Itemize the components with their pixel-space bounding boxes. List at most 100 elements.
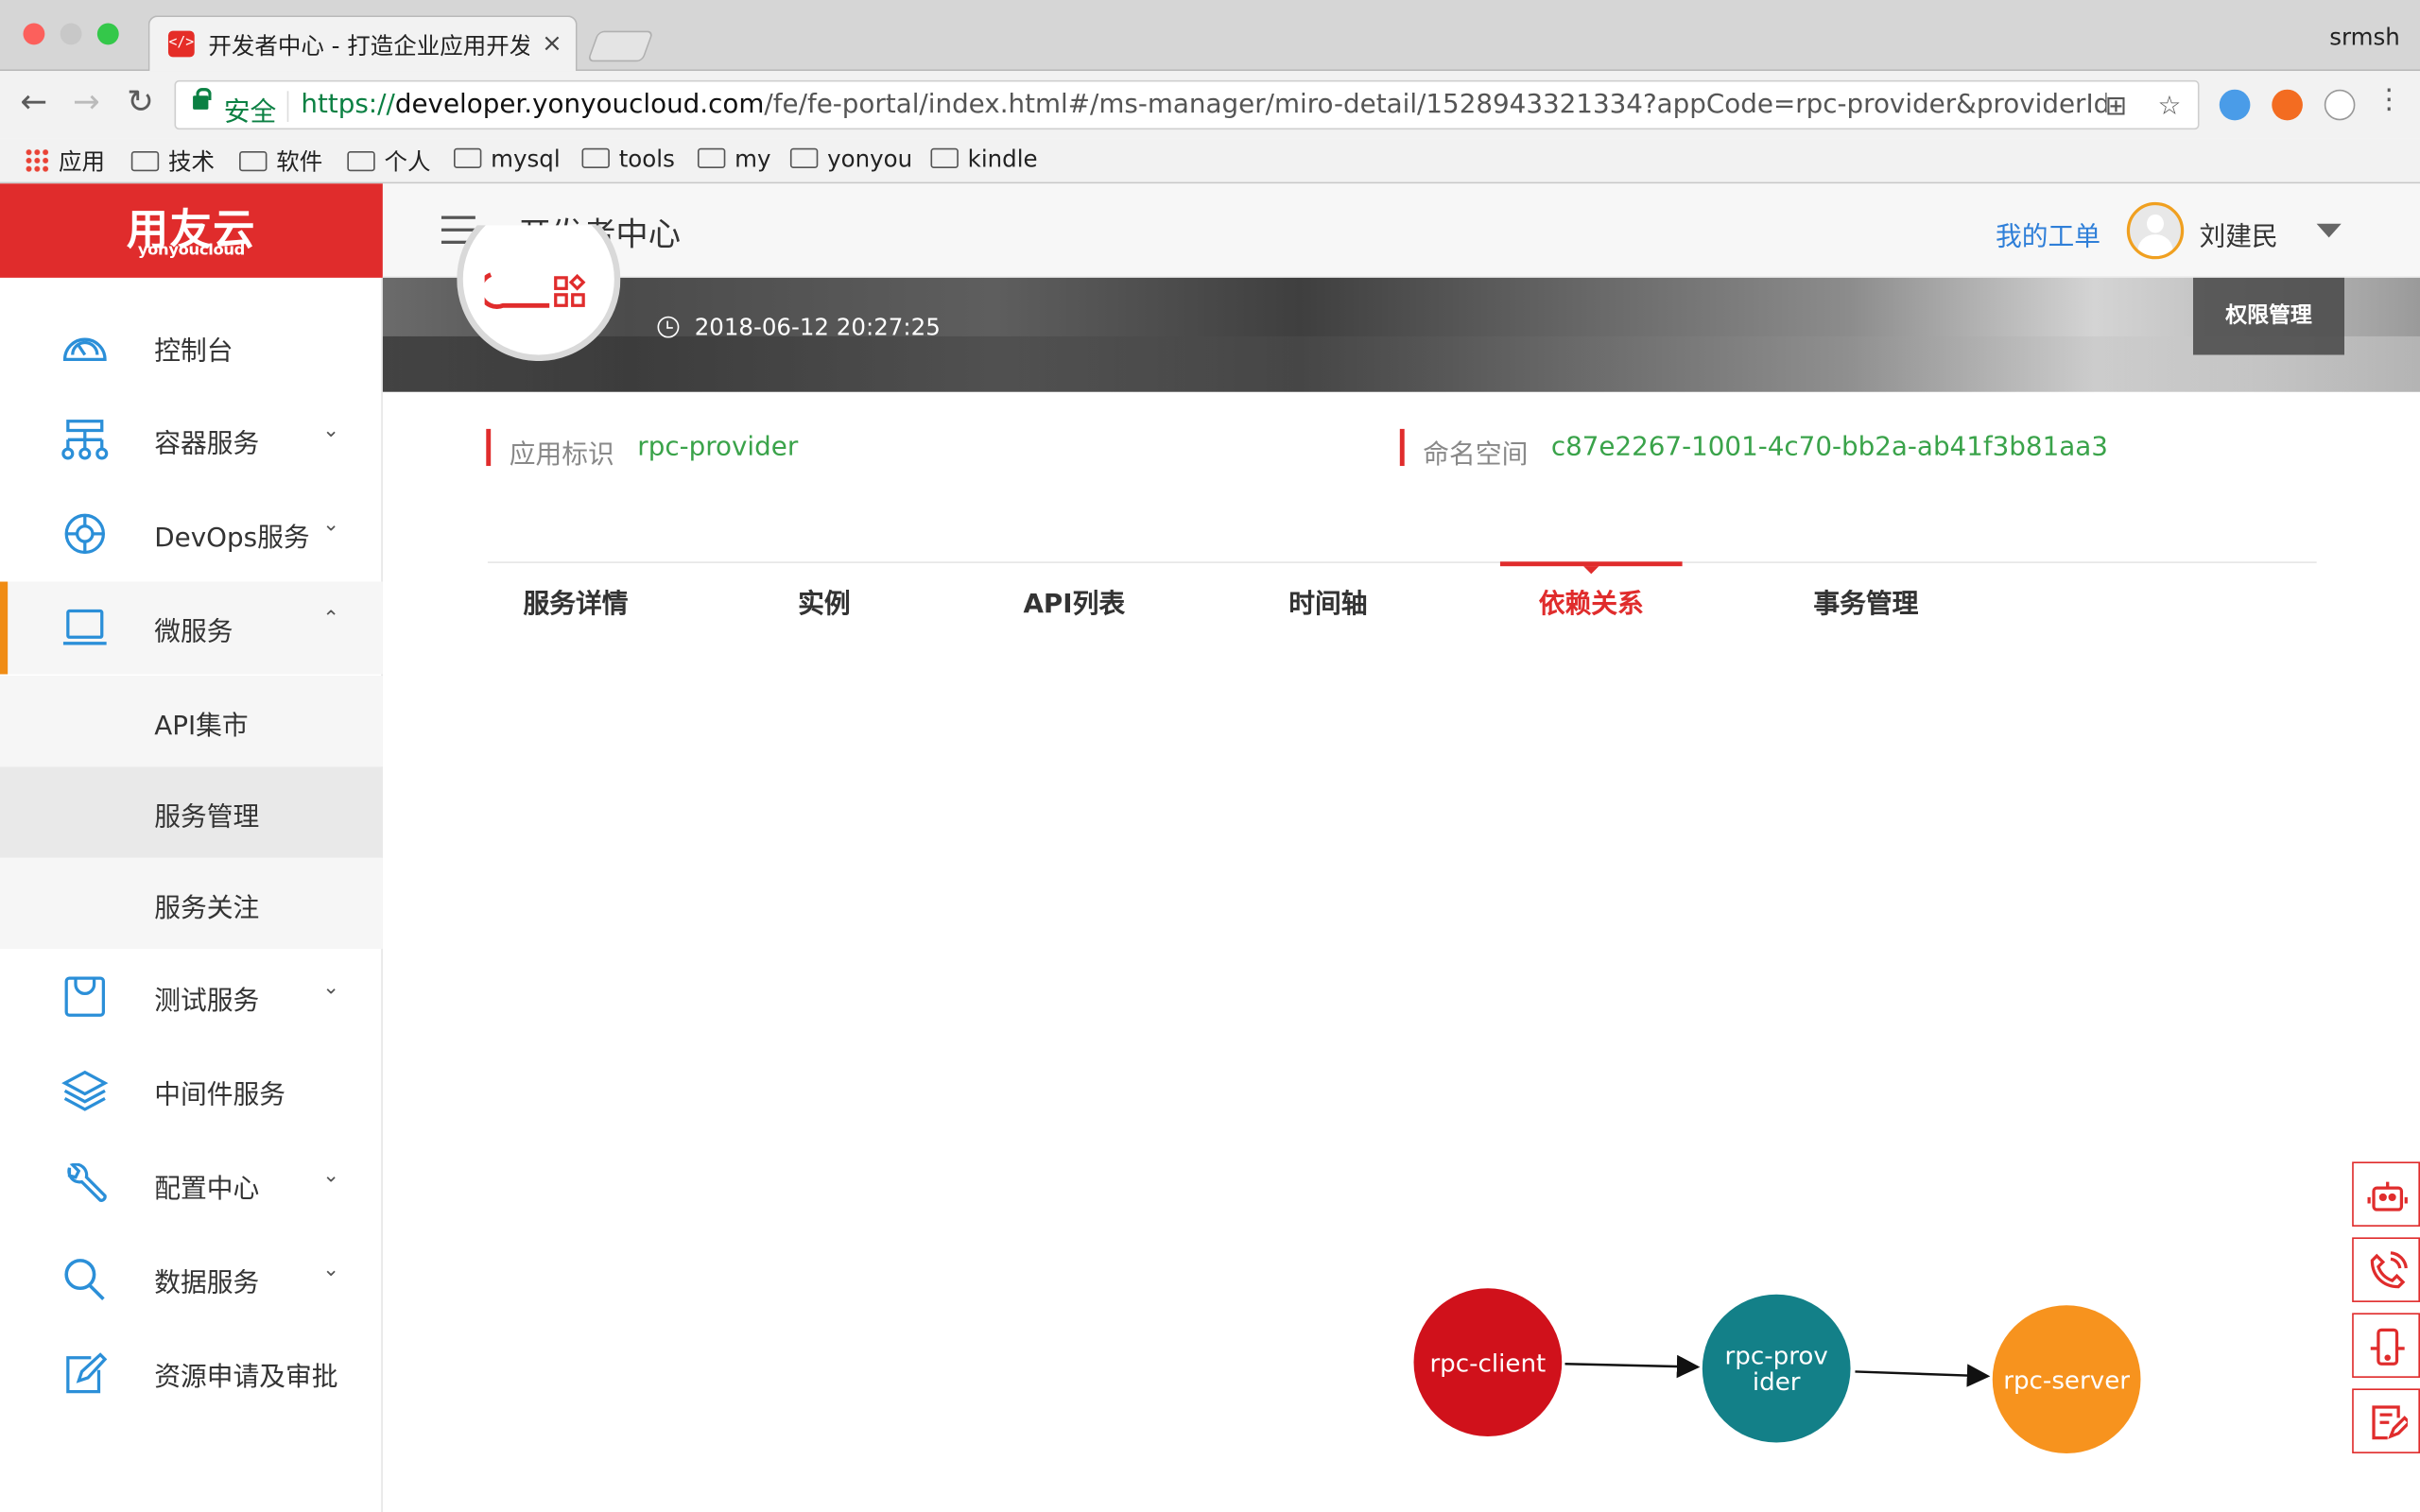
accent-bar: [486, 428, 492, 467]
url-text[interactable]: https://developer.yonyoucloud.com/fe/fe-…: [301, 90, 2106, 121]
extension-code-icon[interactable]: [2324, 89, 2356, 121]
layers-icon: [60, 1069, 110, 1112]
bookmark-folder[interactable]: 技术: [130, 145, 215, 177]
code-icon: </>: [167, 30, 195, 58]
tab-api-list[interactable]: API列表: [1023, 582, 1125, 621]
sidebar-item-label: 资源申请及审批: [154, 1362, 338, 1394]
sidebar-item-middleware[interactable]: 中间件服务: [0, 1044, 383, 1137]
dependency-graph: rpc-client rpc-prov ider rpc-server: [1389, 1265, 2191, 1482]
namespace-value: c87e2267-1001-4c70-bb2a-ab41f3b81aa3: [1550, 432, 2108, 463]
app-icon: [484, 272, 586, 309]
sidebar-item-resource-approval[interactable]: 资源申请及审批: [0, 1327, 383, 1419]
menu-kebab-icon[interactable]: ⋮: [2371, 83, 2408, 115]
active-tab-indicator: [1499, 561, 1683, 575]
my-tickets-link[interactable]: 我的工单: [1996, 215, 2100, 253]
close-tab-icon[interactable]: ×: [542, 27, 562, 57]
close-window-button[interactable]: [23, 23, 45, 45]
folder-icon: [347, 150, 375, 172]
permission-management-button[interactable]: 权限管理: [2192, 277, 2344, 355]
node-rpc-client[interactable]: rpc-client: [1413, 1288, 1563, 1436]
reload-icon[interactable]: ↻: [122, 83, 159, 120]
folder-icon: [239, 150, 268, 172]
chevron-down-icon: ⌄: [322, 976, 340, 1000]
bookmark-folder[interactable]: 个人: [347, 145, 431, 177]
bag-icon: [60, 975, 110, 1019]
sidebar-item-label: 容器服务: [154, 428, 260, 460]
browser-titlebar: </> 开发者中心 - 打造企业应用开发 × srmsh: [0, 0, 2420, 72]
profile-name[interactable]: srmsh: [2329, 23, 2400, 50]
tab-instances[interactable]: 实例: [798, 582, 851, 621]
app-id-label: 应用标识: [509, 439, 614, 471]
sidebar-item-label: 微服务: [154, 617, 233, 648]
minimize-window-button[interactable]: [60, 23, 82, 45]
mobile-icon: [2370, 1328, 2405, 1366]
sidebar-item-microservice[interactable]: 微服务 ⌃: [0, 581, 383, 675]
new-tab-button[interactable]: [586, 30, 654, 62]
brand-logo[interactable]: 用友云 yonyoucloud: [0, 183, 383, 278]
sidebar-item-devops[interactable]: DevOps服务 ⌄: [0, 488, 383, 580]
url-scheme: https://: [301, 89, 395, 121]
browser-tab[interactable]: </> 开发者中心 - 打造企业应用开发 ×: [147, 15, 578, 72]
sidebar-item-config[interactable]: 配置中心 ⌄: [0, 1139, 383, 1231]
sidebar-subitem-api-market[interactable]: API集市: [0, 676, 383, 767]
back-arrow-icon[interactable]: ←: [15, 83, 52, 120]
chevron-up-icon: ⌃: [322, 608, 340, 631]
tab-dependencies[interactable]: 依赖关系: [1539, 582, 1644, 621]
created-time: 2018-06-12 20:27:25: [657, 313, 941, 341]
phone-icon: [2370, 1251, 2408, 1289]
sidebar-item-console[interactable]: 控制台: [0, 301, 383, 393]
sidebar-subitem-service-management[interactable]: 服务管理: [0, 766, 383, 858]
node-rpc-provider[interactable]: rpc-prov ider: [1702, 1294, 1851, 1443]
sidebar-item-testing[interactable]: 测试服务 ⌄: [0, 951, 383, 1043]
star-icon[interactable]: ☆: [2157, 91, 2181, 122]
chevron-down-icon: ⌄: [322, 1259, 340, 1282]
caret-down-icon[interactable]: [2316, 223, 2342, 238]
wrench-icon: [60, 1162, 110, 1207]
tab-service-details[interactable]: 服务详情: [523, 582, 628, 621]
url-host: developer.yonyoucloud.com: [394, 89, 765, 121]
chevron-down-icon: ⌄: [322, 513, 340, 538]
app-id-field: 应用标识 rpc-provider: [486, 428, 1103, 471]
feedback-button[interactable]: [2352, 1388, 2420, 1453]
tabs-divider: [487, 561, 2317, 563]
user-name[interactable]: 刘建民: [2200, 215, 2278, 253]
mobile-button[interactable]: [2352, 1313, 2420, 1378]
bookmark-folder[interactable]: tools: [581, 145, 675, 173]
forward-arrow-icon[interactable]: →: [68, 83, 105, 120]
folder-icon: [697, 147, 726, 168]
sidebar: 用友云 yonyoucloud 控制台 容器服务 ⌄ DevOps服务 ⌄ 微服…: [0, 183, 383, 1512]
app-logo: [457, 225, 621, 362]
app-header: 开发者中心 我的工单 刘建民: [382, 183, 2420, 278]
sidebar-item-label: 中间件服务: [154, 1079, 286, 1111]
bookmark-folder[interactable]: kindle: [930, 145, 1038, 173]
folder-icon: [930, 147, 959, 168]
brand-subtitle: yonyoucloud: [137, 242, 246, 260]
phone-support-button[interactable]: [2352, 1237, 2420, 1302]
bookmark-folder[interactable]: my: [697, 145, 771, 173]
robot-assistant-button[interactable]: [2352, 1161, 2420, 1227]
sidebar-item-label: 数据服务: [154, 1268, 260, 1299]
lock-icon: [193, 88, 212, 110]
tab-timeline[interactable]: 时间轴: [1288, 582, 1367, 621]
sidebar-subitem-label: 服务关注: [154, 893, 260, 924]
bookmark-folder[interactable]: 软件: [239, 145, 322, 177]
bookmark-folder[interactable]: mysql: [453, 145, 561, 173]
extension-settings-icon[interactable]: [2272, 89, 2303, 121]
sidebar-item-container[interactable]: 容器服务 ⌄: [0, 393, 383, 486]
extension-twitter-icon[interactable]: [2219, 89, 2251, 121]
node-rpc-server[interactable]: rpc-server: [1992, 1305, 2141, 1453]
tab-title: 开发者中心 - 打造企业应用开发: [208, 32, 529, 60]
sidebar-item-label: 控制台: [154, 335, 233, 368]
avatar[interactable]: [2126, 201, 2185, 260]
bookmark-apps[interactable]: 应用: [25, 145, 105, 177]
sidebar-item-label: DevOps服务: [154, 523, 310, 555]
namespace-field: 命名空间 c87e2267-1001-4c70-bb2a-ab41f3b81aa…: [1399, 428, 2203, 471]
bookmark-folder[interactable]: yonyou: [789, 145, 912, 173]
address-bar[interactable]: 安全 https://developer.yonyoucloud.com/fe/…: [174, 79, 2200, 130]
devops-icon: [60, 512, 110, 556]
sidebar-subitem-service-follow[interactable]: 服务关注: [0, 857, 383, 950]
sidebar-item-data[interactable]: 数据服务 ⌄: [0, 1232, 383, 1325]
tab-transactions[interactable]: 事务管理: [1813, 582, 1918, 621]
translate-icon[interactable]: ⊞: [2105, 91, 2127, 122]
maximize-window-button[interactable]: [96, 23, 119, 45]
